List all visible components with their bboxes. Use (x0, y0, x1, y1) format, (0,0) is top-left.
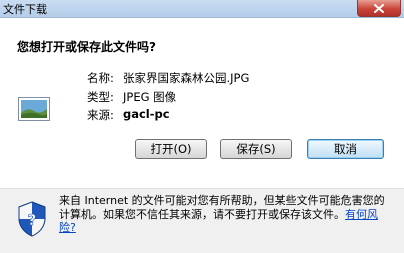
close-icon (374, 3, 384, 13)
window-title: 文件下载 (3, 3, 47, 16)
file-name-label: 名称: (87, 71, 114, 85)
file-download-dialog: 文件下载 您想打开或保存此文件吗? 名称: 张家界国家森林公园.JPG 类型: … (0, 0, 404, 253)
warning-message: 来自 Internet 的文件可能对您有所帮助，但某些文件可能危害您的计算机。如… (59, 194, 385, 221)
security-shield-icon: ? (18, 201, 46, 237)
image-file-icon (18, 97, 50, 121)
cancel-button[interactable]: 取消 (307, 139, 384, 159)
file-name-row: 名称: 张家界国家森林公园.JPG (87, 70, 249, 86)
file-source-row: 来源: gacl-pc (87, 107, 170, 123)
save-button[interactable]: 保存(S) (220, 139, 292, 159)
file-type-row: 类型: JPEG 图像 (87, 89, 176, 105)
file-name-value: 张家界国家森林公园.JPG (123, 71, 250, 85)
file-source-label: 来源: (87, 108, 114, 122)
question-heading: 您想打开或保存此文件吗? (17, 40, 156, 54)
close-button[interactable] (357, 0, 401, 17)
security-warning-panel: ? 来自 Internet 的文件可能对您有所帮助，但某些文件可能危害您的计算机… (0, 188, 404, 253)
file-source-value: gacl-pc (123, 107, 170, 121)
file-type-value: JPEG 图像 (123, 90, 177, 104)
title-bar: 文件下载 (0, 0, 404, 18)
security-warning-text: 来自 Internet 的文件可能对您有所帮助，但某些文件可能危害您的计算机。如… (59, 194, 389, 235)
svg-text:?: ? (28, 211, 37, 229)
open-button[interactable]: 打开(O) (135, 139, 207, 159)
dialog-body: 您想打开或保存此文件吗? 名称: 张家界国家森林公园.JPG 类型: JPEG … (0, 18, 404, 188)
file-type-label: 类型: (87, 90, 114, 104)
